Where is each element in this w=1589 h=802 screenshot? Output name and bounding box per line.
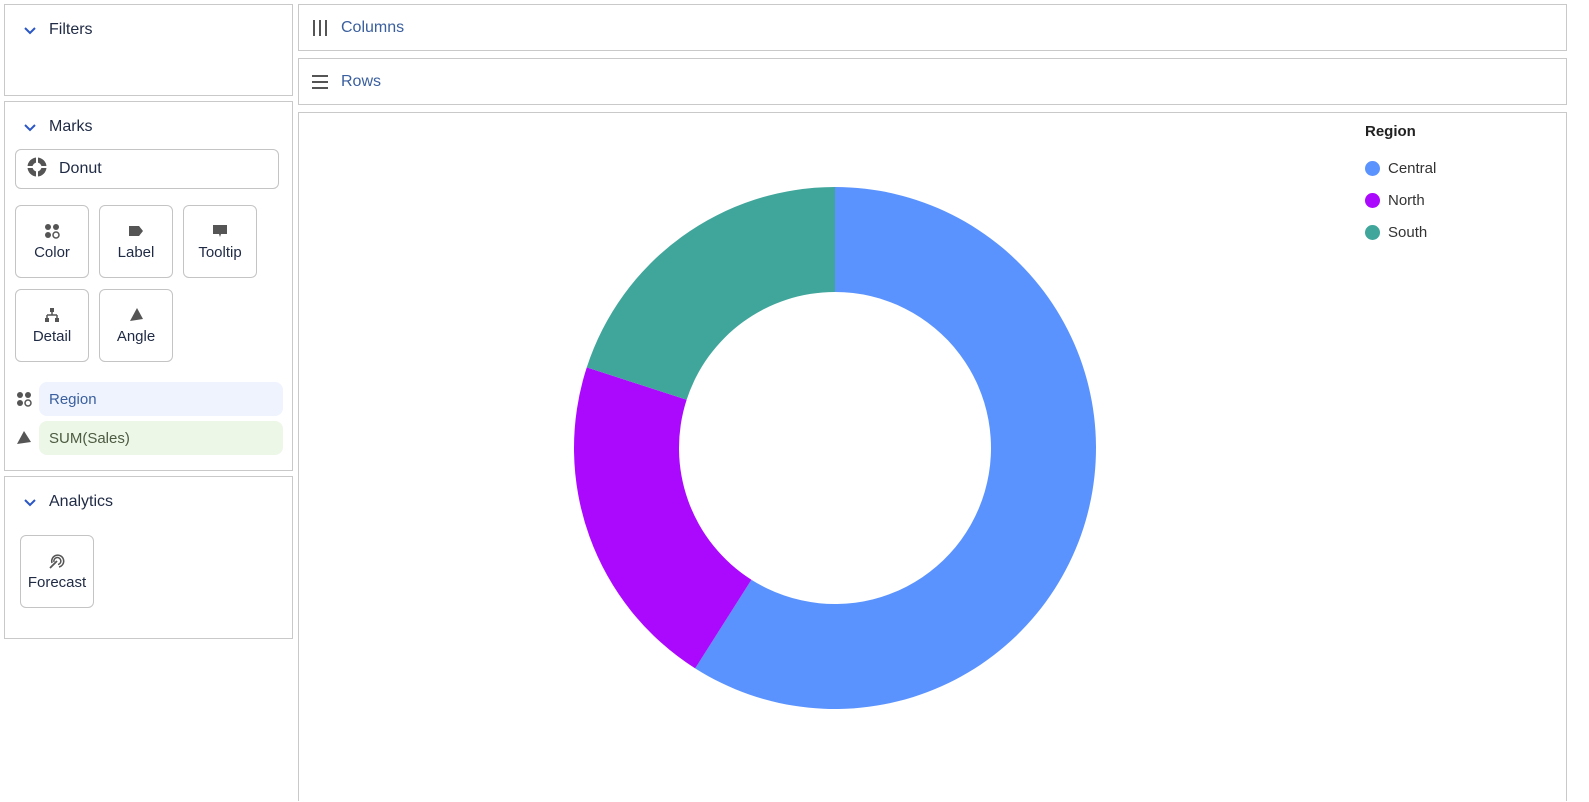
rows-icon <box>311 73 329 91</box>
chevron-down-icon[interactable] <box>23 495 37 509</box>
marks-panel: Marks Donut Color Label Tooltip Detail A… <box>4 101 293 471</box>
label-button[interactable]: Label <box>99 205 173 278</box>
tooltip-button-label: Tooltip <box>198 244 242 261</box>
color-icon <box>15 390 33 408</box>
angle-icon <box>15 429 33 447</box>
rows-shelf[interactable]: Rows <box>298 58 1567 105</box>
legend-swatch <box>1365 224 1380 240</box>
columns-icon <box>311 19 329 37</box>
legend-items: Central North South <box>1365 152 1555 248</box>
forecast-button[interactable]: Forecast <box>20 535 94 608</box>
forecast-icon <box>48 552 66 570</box>
legend-label: Central <box>1388 159 1437 177</box>
angle-field-row: SUM(Sales) <box>15 421 283 455</box>
legend-swatch <box>1365 192 1380 208</box>
region-pill[interactable]: Region <box>39 382 283 416</box>
legend-swatch <box>1365 160 1380 176</box>
chevron-down-icon[interactable] <box>23 23 37 37</box>
chevron-down-icon[interactable] <box>23 120 37 134</box>
detail-button[interactable]: Detail <box>15 289 89 362</box>
hierarchy-icon <box>43 306 61 324</box>
mark-type-label: Donut <box>59 160 102 177</box>
legend: Region Central North South <box>1365 123 1555 248</box>
angle-button[interactable]: Angle <box>99 289 173 362</box>
legend-label: South <box>1388 223 1428 241</box>
color-field-row: Region <box>15 382 283 416</box>
columns-shelf[interactable]: Columns <box>298 4 1567 51</box>
tag-icon <box>127 222 145 240</box>
color-button-label: Color <box>34 244 70 261</box>
color-icon <box>43 222 61 240</box>
angle-button-label: Angle <box>116 328 156 345</box>
rows-label: Rows <box>341 72 382 90</box>
angle-icon <box>127 306 145 324</box>
mark-type-select[interactable]: Donut <box>15 149 279 189</box>
detail-button-label: Detail <box>32 328 72 345</box>
label-button-label: Label <box>117 244 155 261</box>
filters-panel: Filters <box>4 4 293 96</box>
analytics-header[interactable]: Analytics <box>5 477 113 527</box>
visualization-area: Region Central North South <box>298 112 1567 801</box>
legend-item-south[interactable]: South <box>1365 216 1555 248</box>
tooltip-icon <box>211 222 229 240</box>
legend-label: North <box>1388 191 1425 209</box>
filters-header[interactable]: Filters <box>5 5 93 55</box>
legend-item-central[interactable]: Central <box>1365 152 1555 184</box>
tooltip-button[interactable]: Tooltip <box>183 205 257 278</box>
forecast-button-label: Forecast <box>27 574 87 591</box>
donut-slice-south[interactable] <box>586 187 835 400</box>
donut-icon <box>27 156 47 182</box>
sum-sales-pill[interactable]: SUM(Sales) <box>39 421 283 455</box>
marks-header[interactable]: Marks <box>5 102 93 152</box>
marks-title: Marks <box>49 118 93 135</box>
columns-label: Columns <box>341 18 405 36</box>
legend-item-north[interactable]: North <box>1365 184 1555 216</box>
analytics-panel: Analytics Forecast <box>4 476 293 639</box>
analytics-title: Analytics <box>49 493 114 510</box>
legend-title: Region <box>1365 123 1416 140</box>
color-button[interactable]: Color <box>15 205 89 278</box>
filters-title: Filters <box>49 21 93 38</box>
